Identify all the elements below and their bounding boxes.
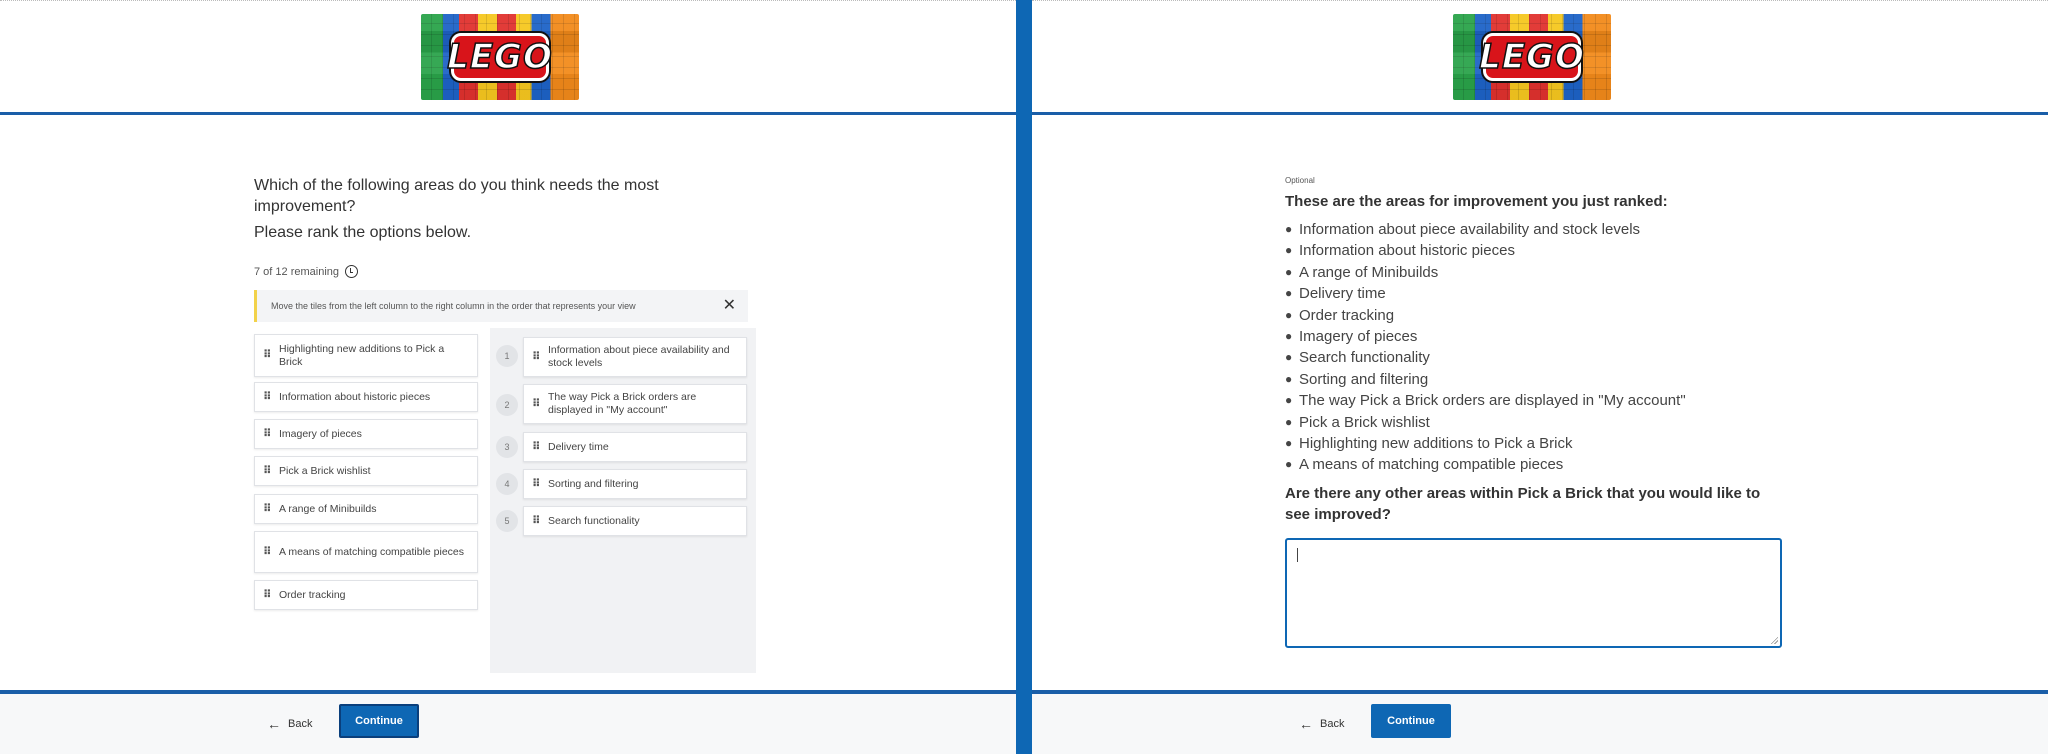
list-item: ● Highlighting new additions to Pick a Br… — [1285, 435, 1573, 453]
list-item: ● A range of Minibuilds — [1285, 263, 1439, 281]
ranked-dropzone[interactable] — [490, 328, 756, 673]
drag-handle-icon[interactable]: ⠿ — [263, 546, 272, 557]
drag-handle-icon[interactable]: ⠿ — [532, 441, 541, 452]
drag-handle-icon[interactable]: ⠿ — [532, 351, 541, 362]
ranked-tile[interactable]: ⠿ Sorting and filtering — [523, 469, 747, 499]
rank-number: 3 — [496, 436, 518, 458]
drag-handle-icon[interactable]: ⠿ — [532, 398, 541, 409]
close-icon[interactable]: ✕ — [723, 298, 736, 314]
logo-text: LEGO — [1478, 36, 1585, 78]
ranked-tile[interactable]: ⠿ Delivery time — [523, 432, 747, 462]
continue-button[interactable]: Continue — [1371, 704, 1451, 738]
rank-number: 1 — [496, 345, 518, 367]
drag-handle-icon[interactable]: ⠿ — [532, 515, 541, 526]
unranked-tile[interactable]: ⠿ Imagery of pieces — [254, 419, 478, 449]
other-areas-textarea[interactable] — [1285, 538, 1782, 648]
drag-handle-icon[interactable]: ⠿ — [263, 428, 272, 439]
footer-nav: ← Back Continue — [0, 690, 1016, 754]
optional-label: Optional — [1285, 176, 1315, 185]
unranked-tile[interactable]: ⠿ A means of matching compatible pieces — [254, 531, 478, 573]
ranked-tile[interactable]: ⠿ Search functionality — [523, 506, 747, 536]
list-item: ● Pick a Brick wishlist — [1285, 413, 1430, 431]
header: LEGO — [0, 0, 1016, 115]
lego-logo: LEGO — [1453, 14, 1611, 100]
rank-number: 4 — [496, 473, 518, 495]
list-item: ● Order tracking — [1285, 306, 1395, 324]
ranked-title: These are the areas for improvement you … — [1285, 193, 1668, 210]
drag-handle-icon[interactable]: ⠿ — [263, 391, 272, 402]
lego-logo: LEGO — [421, 14, 579, 100]
list-item: ● Delivery time — [1285, 285, 1386, 303]
drag-handle-icon[interactable]: ⠿ — [263, 350, 272, 361]
back-button[interactable]: ← Back — [1299, 712, 1344, 736]
list-item: ● A means of matching compatible pieces — [1285, 456, 1564, 474]
instruction-text: Please rank the options below. — [254, 224, 472, 241]
other-areas-question: Are there any other areas within Pick a … — [1285, 485, 1761, 523]
screen-divider — [1016, 0, 1032, 754]
arrow-left-icon: ← — [267, 716, 281, 732]
unranked-tile[interactable]: ⠿ Highlighting new additions to Pick a B… — [254, 334, 478, 377]
ranked-list: ● Information about piece availability an… — [1285, 219, 1686, 476]
continue-button[interactable]: Continue — [339, 704, 419, 738]
list-item: ● Information about piece availability an… — [1285, 221, 1641, 238]
ranked-tile[interactable]: ⠿ Information about piece availability a… — [523, 337, 747, 377]
rank-number: 5 — [496, 510, 518, 532]
logo-text: LEGO — [446, 36, 553, 78]
unranked-tile[interactable]: ⠿ Order tracking — [254, 580, 478, 610]
followup-screen: LEGO Optional These are the areas for im… — [1032, 0, 2048, 754]
arrow-left-icon: ← — [1299, 716, 1313, 732]
header: LEGO — [1032, 0, 2048, 115]
info-icon[interactable] — [345, 265, 358, 278]
question-text: Which of the following areas do you thin… — [254, 177, 659, 215]
drag-handle-icon[interactable]: ⠿ — [263, 503, 272, 514]
resize-handle-icon[interactable] — [1770, 636, 1778, 644]
drag-handle-icon[interactable]: ⠿ — [532, 478, 541, 489]
list-item: ● Information about historic pieces — [1285, 242, 1515, 260]
list-item: ● Search functionality — [1285, 349, 1430, 367]
list-item: ● The way Pick a Brick orders are display… — [1285, 392, 1686, 410]
ranking-screen: LEGO Which of the following areas do you… — [0, 0, 1016, 754]
ranked-tile[interactable]: ⠿ The way Pick a Brick orders are displa… — [523, 384, 747, 424]
unranked-tile[interactable]: ⠿ Pick a Brick wishlist — [254, 456, 478, 486]
unranked-tile[interactable]: ⠿ Information about historic pieces — [254, 382, 478, 412]
drag-handle-icon[interactable]: ⠿ — [263, 589, 272, 600]
hint-banner: Move the tiles from the left column to t… — [254, 290, 748, 322]
drag-handle-icon[interactable]: ⠿ — [263, 465, 272, 476]
list-item: ● Sorting and filtering — [1285, 370, 1429, 388]
list-item: ● Imagery of pieces — [1285, 328, 1418, 346]
rank-number: 2 — [496, 394, 518, 416]
footer-nav: ← Back Continue — [1032, 690, 2048, 754]
remaining-counter: 7 of 12 remaining — [254, 265, 358, 278]
unranked-tile[interactable]: ⠿ A range of Minibuilds — [254, 494, 478, 524]
text-caret — [1297, 548, 1298, 562]
back-button[interactable]: ← Back — [267, 712, 312, 736]
